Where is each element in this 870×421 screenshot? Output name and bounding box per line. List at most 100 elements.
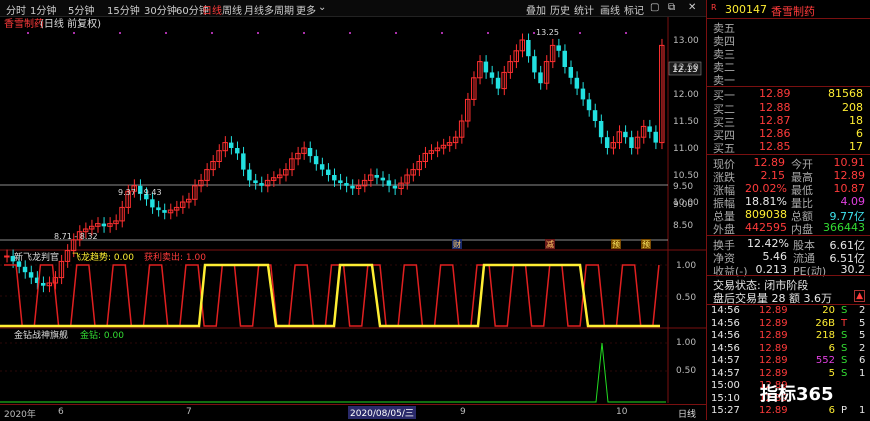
ind1-sell: 获利卖出: 1.00 [144, 251, 206, 263]
chevron-down-icon[interactable]: ⌄ [318, 2, 326, 13]
stat-row: 总量 809038 总额 9.77亿 [707, 208, 870, 223]
overlay-button[interactable]: 叠加 [526, 2, 546, 17]
kline-chart[interactable]: 香雪制药 (日线 前复权) 13.25 9.37 - 9.43 8.71 - 8… [0, 17, 706, 403]
draw-line-button[interactable]: 画线 [600, 2, 620, 17]
tab-weekly[interactable]: 周线 [222, 2, 242, 17]
stat-row: 外盘 442595 内盘 366443 [707, 221, 870, 236]
y-tick: 9.00 [673, 200, 693, 210]
tick-time: 15:27 [711, 405, 740, 416]
candle-body [235, 148, 240, 154]
y-tick: 12.00 [673, 90, 699, 100]
candle-body [307, 148, 313, 157]
bid-volume: 81568 [828, 87, 863, 100]
signal-dot [165, 32, 167, 34]
tick-time: 14:56 [711, 317, 740, 329]
chart-title: 香雪制药 [4, 17, 44, 30]
candle-body [313, 156, 319, 165]
mid-price-label: 9.37 - 9.43 [118, 188, 162, 197]
signal-dot [73, 32, 75, 34]
candle-body [350, 185, 355, 189]
tick-volume: 552 [815, 355, 835, 366]
signal-dot [349, 32, 351, 34]
tick-count: 1 [859, 367, 866, 379]
candle-body [40, 283, 46, 286]
candle-body [22, 266, 28, 273]
history-button[interactable]: 历史 [550, 2, 570, 17]
candle-body [532, 56, 537, 73]
stats-button[interactable]: 统计 [574, 2, 594, 17]
ind2-y-tick: 0.50 [676, 366, 696, 376]
candle-body [344, 183, 349, 186]
tick-price: 12.89 [759, 405, 788, 416]
candle-body [162, 210, 167, 213]
tab-30min[interactable]: 30分钟 [144, 2, 177, 17]
candle-body [574, 77, 580, 89]
tab-1min[interactable]: 1分钟 [30, 2, 56, 17]
signal-dot [211, 32, 213, 34]
candle-body [580, 88, 586, 100]
y-tick: 11.50 [673, 117, 699, 127]
stat-value: 12.89 [833, 169, 866, 182]
y-tick: 10.50 [673, 171, 699, 181]
candle-body [495, 77, 501, 89]
tab-5min[interactable]: 5分钟 [68, 2, 94, 17]
candle-body [150, 199, 155, 208]
tick-time: 14:56 [711, 330, 740, 341]
stat-value: 2.15 [760, 169, 786, 182]
tick-side: S [841, 355, 848, 366]
date-label: 7 [186, 407, 192, 417]
candle-body [241, 153, 246, 170]
ind2-y-tick: 1.00 [676, 338, 696, 348]
candle-body [380, 177, 386, 181]
bid-volume: 6 [856, 127, 863, 140]
stock-name: 香雪制药 [771, 5, 815, 18]
candle-body [247, 169, 252, 181]
marker-forecast-1-label: 预 [612, 239, 620, 249]
tab-fenshi[interactable]: 分时 [6, 2, 26, 17]
tick-count: 2 [859, 342, 866, 354]
tick-time: 15:10 [711, 392, 740, 404]
bid-volume: 208 [842, 101, 863, 114]
restore-icon[interactable]: ⧉ [668, 2, 675, 13]
stock-code: 300147 [725, 3, 767, 16]
stat-value: 809038 [745, 208, 787, 221]
tick-side: S [841, 342, 848, 354]
candle-body [374, 175, 379, 178]
stat-value: 12.89 [753, 156, 786, 169]
bid-price: 12.86 [759, 127, 791, 140]
candle-body [253, 180, 258, 184]
date-cursor-label: 2020/08/05/三 [348, 406, 416, 419]
signal-dot [487, 32, 489, 34]
tab-multi-period[interactable]: 多周期 [264, 2, 294, 17]
tick-volume: 26B [815, 317, 835, 329]
tab-more[interactable]: 更多 [296, 2, 316, 17]
tick-price: 12.89 [759, 355, 788, 366]
candle-body [483, 61, 489, 73]
stat-value: 442595 [745, 221, 787, 234]
period-label[interactable]: 日线 [678, 407, 696, 420]
tab-15min[interactable]: 15分钟 [107, 2, 140, 17]
tab-monthly[interactable]: 月线 [244, 2, 264, 17]
candle-body [259, 183, 264, 186]
expand-icon[interactable]: ▲ [854, 290, 865, 302]
y-tick: 8.50 [673, 221, 693, 231]
quote-panel: R 300147 香雪制药 卖五 卖四 卖三 卖二 卖一 买一 12.89 8156… [706, 0, 870, 420]
mark-button[interactable]: 标记 [624, 2, 644, 17]
tick-row: 15:27 12.89 6 P 1 [707, 405, 870, 419]
window-icon[interactable]: ▢ [650, 2, 659, 13]
ind1-y-tick: 1.00 [676, 261, 696, 271]
candle-body [156, 207, 161, 211]
close-icon[interactable]: ✕ [688, 2, 696, 13]
period-toolbar: 分时 1分钟 5分钟 15分钟 30分钟 60分钟 日线 周线 月线 多周期 更… [0, 0, 706, 17]
tick-price: 12.89 [759, 330, 788, 341]
signal-dot [257, 32, 259, 34]
candle-body [562, 50, 567, 67]
tab-daily[interactable]: 日线 [202, 2, 222, 17]
bid-price: 12.85 [759, 140, 791, 153]
candle-body [526, 40, 531, 57]
tick-side: P [841, 405, 848, 416]
tick-volume: 20 [822, 305, 835, 316]
stat-value: 10.91 [833, 156, 866, 169]
stat-row: 振幅 18.81% 量比 4.09 [707, 195, 870, 210]
tick-price: 12.89 [759, 367, 788, 379]
